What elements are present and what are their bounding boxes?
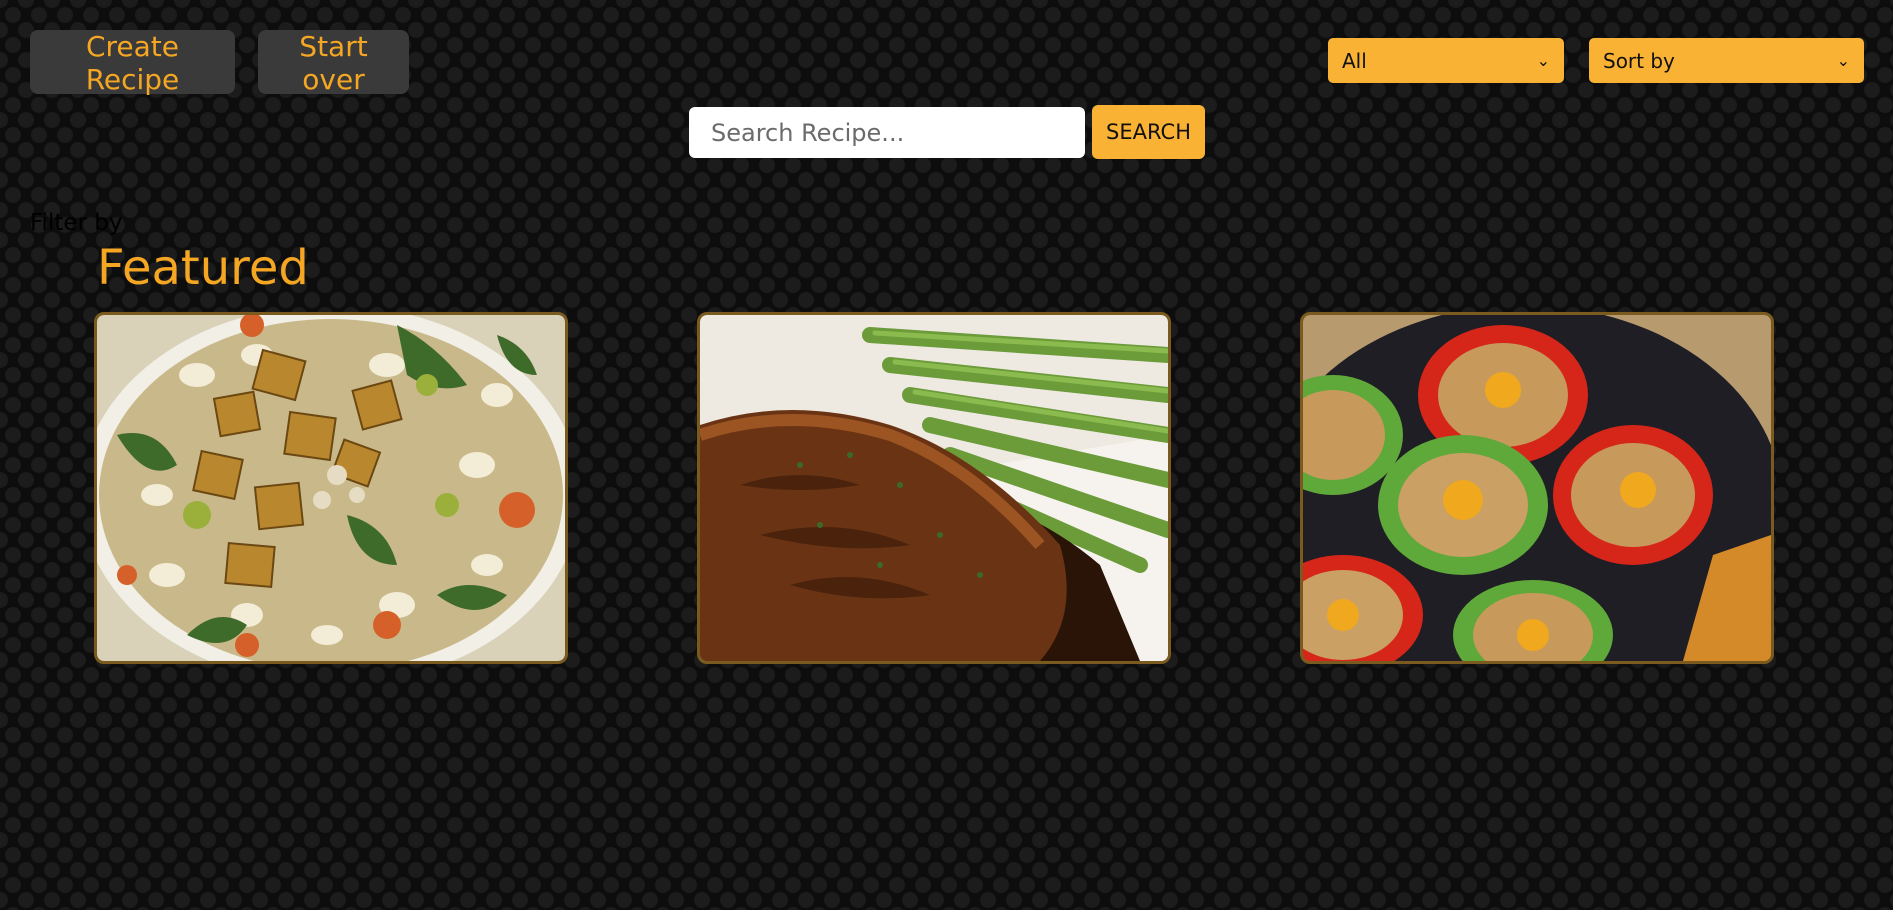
chevron-down-icon: ⌄: [1836, 51, 1850, 70]
sort-select-value: Sort by: [1603, 48, 1675, 73]
start-over-button[interactable]: Start over: [258, 30, 409, 96]
featured-title: Featured: [97, 240, 309, 296]
featured-recipe-card[interactable]: [697, 312, 1171, 664]
recipe-image-stuffed-peppers: [1303, 315, 1771, 661]
filter-by-label: Filter by: [30, 210, 123, 236]
recipe-image-salmon: [700, 315, 1168, 661]
category-select[interactable]: All ⌄: [1328, 38, 1564, 83]
search-input[interactable]: [689, 107, 1085, 158]
category-select-value: All: [1342, 48, 1367, 73]
chevron-down-icon: ⌄: [1536, 51, 1550, 70]
create-recipe-button[interactable]: Create Recipe: [30, 30, 235, 96]
search-button[interactable]: SEARCH: [1092, 105, 1205, 159]
featured-recipe-card[interactable]: [1300, 312, 1774, 664]
featured-recipe-card[interactable]: [94, 312, 568, 664]
sort-select[interactable]: Sort by ⌄: [1589, 38, 1864, 83]
recipe-image-soup: [97, 315, 565, 661]
